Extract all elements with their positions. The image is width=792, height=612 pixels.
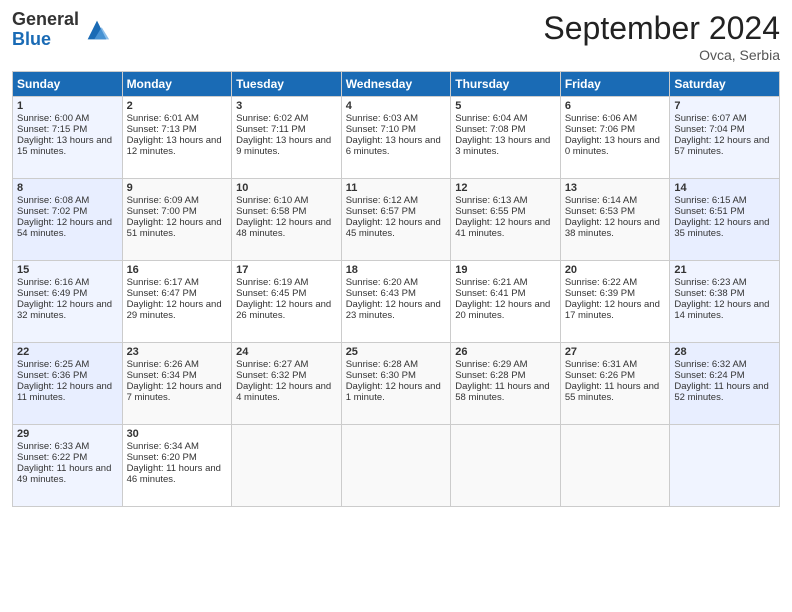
calendar-cell: 12Sunrise: 6:13 AMSunset: 6:55 PMDayligh… <box>451 179 561 261</box>
logo-blue: Blue <box>12 30 79 50</box>
day-number: 7 <box>674 100 775 112</box>
calendar-week-4: 29Sunrise: 6:33 AMSunset: 6:22 PMDayligh… <box>13 425 780 507</box>
day-number: 21 <box>674 264 775 276</box>
day-number: 1 <box>17 100 118 112</box>
day-number: 16 <box>127 264 228 276</box>
day-number: 10 <box>236 182 337 194</box>
day-number: 9 <box>127 182 228 194</box>
calendar-cell: 5Sunrise: 6:04 AMSunset: 7:08 PMDaylight… <box>451 97 561 179</box>
day-number: 4 <box>346 100 447 112</box>
calendar-cell: 28Sunrise: 6:32 AMSunset: 6:24 PMDayligh… <box>670 343 780 425</box>
calendar-cell: 16Sunrise: 6:17 AMSunset: 6:47 PMDayligh… <box>122 261 232 343</box>
logo-text: General Blue <box>12 10 79 50</box>
calendar-cell: 30Sunrise: 6:34 AMSunset: 6:20 PMDayligh… <box>122 425 232 507</box>
calendar-cell: 29Sunrise: 6:33 AMSunset: 6:22 PMDayligh… <box>13 425 123 507</box>
calendar-cell <box>451 425 561 507</box>
logo: General Blue <box>12 10 111 50</box>
calendar-cell: 23Sunrise: 6:26 AMSunset: 6:34 PMDayligh… <box>122 343 232 425</box>
calendar-cell: 25Sunrise: 6:28 AMSunset: 6:30 PMDayligh… <box>341 343 451 425</box>
day-number: 6 <box>565 100 666 112</box>
day-number: 23 <box>127 346 228 358</box>
day-number: 19 <box>455 264 556 276</box>
day-number: 15 <box>17 264 118 276</box>
calendar-cell: 7Sunrise: 6:07 AMSunset: 7:04 PMDaylight… <box>670 97 780 179</box>
day-number: 2 <box>127 100 228 112</box>
calendar-cell: 6Sunrise: 6:06 AMSunset: 7:06 PMDaylight… <box>560 97 670 179</box>
calendar-cell: 3Sunrise: 6:02 AMSunset: 7:11 PMDaylight… <box>232 97 342 179</box>
calendar-week-0: 1Sunrise: 6:00 AMSunset: 7:15 PMDaylight… <box>13 97 780 179</box>
calendar-cell: 2Sunrise: 6:01 AMSunset: 7:13 PMDaylight… <box>122 97 232 179</box>
day-number: 30 <box>127 428 228 440</box>
day-number: 5 <box>455 100 556 112</box>
day-number: 14 <box>674 182 775 194</box>
day-number: 3 <box>236 100 337 112</box>
day-number: 22 <box>17 346 118 358</box>
logo-general: General <box>12 10 79 30</box>
calendar-cell <box>670 425 780 507</box>
calendar-cell: 14Sunrise: 6:15 AMSunset: 6:51 PMDayligh… <box>670 179 780 261</box>
header-monday: Monday <box>122 72 232 97</box>
location: Ovca, Serbia <box>543 47 780 63</box>
title-section: September 2024 Ovca, Serbia <box>543 10 780 63</box>
day-number: 11 <box>346 182 447 194</box>
calendar-cell: 21Sunrise: 6:23 AMSunset: 6:38 PMDayligh… <box>670 261 780 343</box>
day-number: 18 <box>346 264 447 276</box>
calendar-cell: 8Sunrise: 6:08 AMSunset: 7:02 PMDaylight… <box>13 179 123 261</box>
calendar-cell: 4Sunrise: 6:03 AMSunset: 7:10 PMDaylight… <box>341 97 451 179</box>
calendar-week-3: 22Sunrise: 6:25 AMSunset: 6:36 PMDayligh… <box>13 343 780 425</box>
header-wednesday: Wednesday <box>341 72 451 97</box>
calendar-cell: 18Sunrise: 6:20 AMSunset: 6:43 PMDayligh… <box>341 261 451 343</box>
day-number: 8 <box>17 182 118 194</box>
calendar-cell: 19Sunrise: 6:21 AMSunset: 6:41 PMDayligh… <box>451 261 561 343</box>
logo-icon <box>83 16 111 44</box>
day-number: 20 <box>565 264 666 276</box>
header-sunday: Sunday <box>13 72 123 97</box>
calendar-cell: 24Sunrise: 6:27 AMSunset: 6:32 PMDayligh… <box>232 343 342 425</box>
day-number: 24 <box>236 346 337 358</box>
calendar-cell: 9Sunrise: 6:09 AMSunset: 7:00 PMDaylight… <box>122 179 232 261</box>
calendar-cell: 20Sunrise: 6:22 AMSunset: 6:39 PMDayligh… <box>560 261 670 343</box>
header-row: Sunday Monday Tuesday Wednesday Thursday… <box>13 72 780 97</box>
calendar-cell <box>341 425 451 507</box>
day-number: 25 <box>346 346 447 358</box>
calendar-cell: 11Sunrise: 6:12 AMSunset: 6:57 PMDayligh… <box>341 179 451 261</box>
calendar-week-2: 15Sunrise: 6:16 AMSunset: 6:49 PMDayligh… <box>13 261 780 343</box>
header-thursday: Thursday <box>451 72 561 97</box>
calendar-week-1: 8Sunrise: 6:08 AMSunset: 7:02 PMDaylight… <box>13 179 780 261</box>
page-container: General Blue September 2024 Ovca, Serbia… <box>0 0 792 515</box>
day-number: 13 <box>565 182 666 194</box>
day-number: 17 <box>236 264 337 276</box>
header-tuesday: Tuesday <box>232 72 342 97</box>
day-number: 27 <box>565 346 666 358</box>
header-friday: Friday <box>560 72 670 97</box>
calendar-cell: 13Sunrise: 6:14 AMSunset: 6:53 PMDayligh… <box>560 179 670 261</box>
calendar-cell: 22Sunrise: 6:25 AMSunset: 6:36 PMDayligh… <box>13 343 123 425</box>
calendar-cell: 1Sunrise: 6:00 AMSunset: 7:15 PMDaylight… <box>13 97 123 179</box>
calendar-cell: 15Sunrise: 6:16 AMSunset: 6:49 PMDayligh… <box>13 261 123 343</box>
calendar-cell: 27Sunrise: 6:31 AMSunset: 6:26 PMDayligh… <box>560 343 670 425</box>
day-number: 29 <box>17 428 118 440</box>
day-number: 28 <box>674 346 775 358</box>
calendar-cell: 10Sunrise: 6:10 AMSunset: 6:58 PMDayligh… <box>232 179 342 261</box>
calendar-cell: 17Sunrise: 6:19 AMSunset: 6:45 PMDayligh… <box>232 261 342 343</box>
header-saturday: Saturday <box>670 72 780 97</box>
calendar-cell <box>232 425 342 507</box>
calendar-cell: 26Sunrise: 6:29 AMSunset: 6:28 PMDayligh… <box>451 343 561 425</box>
calendar-cell <box>560 425 670 507</box>
day-number: 12 <box>455 182 556 194</box>
header: General Blue September 2024 Ovca, Serbia <box>12 10 780 63</box>
month-title: September 2024 <box>543 10 780 47</box>
day-number: 26 <box>455 346 556 358</box>
calendar-table: Sunday Monday Tuesday Wednesday Thursday… <box>12 71 780 507</box>
